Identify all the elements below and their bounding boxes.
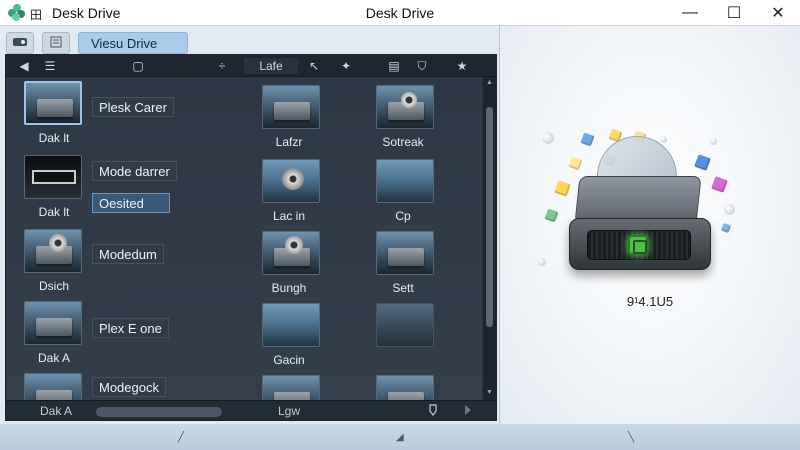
file-thumbnail[interactable] [376,85,434,129]
tick-mark: ╲ [628,432,635,443]
preview-pane: 9¹4.1U5 [500,26,800,424]
file-name-label[interactable]: Modedum [92,244,164,264]
file-caption: Dak lt [38,131,70,145]
file-thumbnail[interactable] [24,229,82,273]
horizontal-scroll-thumb[interactable] [96,407,222,417]
file-thumbnail[interactable] [262,303,320,347]
file-thumbnail[interactable] [376,159,434,203]
file-name-edit-field[interactable]: Oesited [92,193,170,213]
file-name-label[interactable]: Plex E one [92,318,169,338]
file-caption: Gacin [273,353,305,367]
drive-icon [12,36,28,51]
file-name-label[interactable]: Plesk Carer [92,97,174,117]
file-caption: Sett [392,281,414,295]
top-toolbar: Viesu Drive [4,30,496,54]
vertical-scroll-thumb[interactable] [486,107,493,327]
shield-icon[interactable]: ⛉ [414,58,430,74]
tick-mark: ╱ [178,432,185,443]
resize-grip-icon[interactable]: ◢ [396,432,404,443]
status-left-text: Dak A [40,404,73,418]
file-thumbnail[interactable] [24,301,82,345]
scroll-up-icon[interactable]: ▲ [483,79,496,89]
bubble-icon [538,258,546,266]
list-view-button[interactable] [42,32,70,54]
file-thumbnail[interactable] [24,155,82,199]
bubble-icon [542,132,554,144]
close-button[interactable]: ✕ [758,2,798,24]
document-icon[interactable]: ▤ [386,58,402,74]
sparkle-icon[interactable]: ✦ [338,58,354,74]
minimize-button[interactable]: — [670,2,710,24]
app-logo-icon [8,4,26,22]
back-icon[interactable]: ◀ [16,58,32,74]
file-caption: Dak A [37,351,70,365]
maximize-button[interactable]: ☐ [714,2,754,24]
file-thumbnail[interactable] [24,81,82,125]
status-led-icon [628,235,648,255]
drive-illustration-icon [565,136,715,276]
star-icon[interactable]: ★ [454,58,470,74]
file-name-label[interactable]: Mode darrer [92,161,177,181]
status-center-text: Lgw [278,404,301,418]
file-thumbnail[interactable] [376,231,434,275]
nav-path-label[interactable]: Lafe [244,58,298,74]
cube-icon [720,222,732,234]
title-bar: 田 Desk Drive Desk Drive — ☐ ✕ [0,0,800,26]
file-caption: Lafzr [275,135,303,149]
drive-view-button[interactable] [6,32,34,54]
file-caption: Bungh [271,281,307,295]
file-thumbnail[interactable] [262,231,320,275]
file-thumbnail[interactable] [376,303,434,347]
tag-icon[interactable] [428,404,438,419]
file-caption: Dsich [38,279,69,293]
bubble-icon [724,204,735,215]
app-grid-glyph: 田 [30,8,43,22]
window-title-left: Desk Drive [52,5,121,21]
file-name-label[interactable]: Modegock [92,377,166,397]
file-thumbnail[interactable] [262,159,320,203]
list-icon [50,36,62,51]
drive-caption: 9¹4.1U5 [626,294,674,309]
file-caption: Sotreak [382,135,424,149]
divide-icon[interactable]: ÷ [214,58,230,74]
file-caption: Dak lt [38,205,70,219]
tab-view-drive[interactable]: Viesu Drive [78,32,188,54]
file-caption: Cp [395,209,411,223]
bottom-strip: ╱ ◢ ╲ [0,424,800,450]
folder-icon[interactable]: ▢ [130,58,146,74]
nav-bar: ◀ ☰ ▢ ÷ Lafe ↖ ✦ ▤ ⛉ ★ [6,55,496,77]
cursor-icon[interactable]: ↖ [306,58,322,74]
status-bar: Dak A Lgw [6,400,496,420]
vertical-scrollbar[interactable]: ▲ ▼ [483,77,496,400]
play-icon[interactable] [464,404,472,419]
file-browser: ◀ ☰ ▢ ÷ Lafe ↖ ✦ ▤ ⛉ ★ Dak lt Plesk Care… [5,54,497,421]
list-icon[interactable]: ☰ [42,58,58,74]
cube-icon [544,208,559,223]
file-grid: Dak lt Plesk Carer Dak lt Mode darrer Oe… [6,77,482,419]
scroll-down-icon[interactable]: ▼ [483,389,496,399]
file-thumbnail[interactable] [262,85,320,129]
file-caption: Lac in [272,209,306,223]
browser-pane: Viesu Drive ◀ ☰ ▢ ÷ Lafe ↖ ✦ ▤ ⛉ ★ Dak l… [0,26,500,424]
